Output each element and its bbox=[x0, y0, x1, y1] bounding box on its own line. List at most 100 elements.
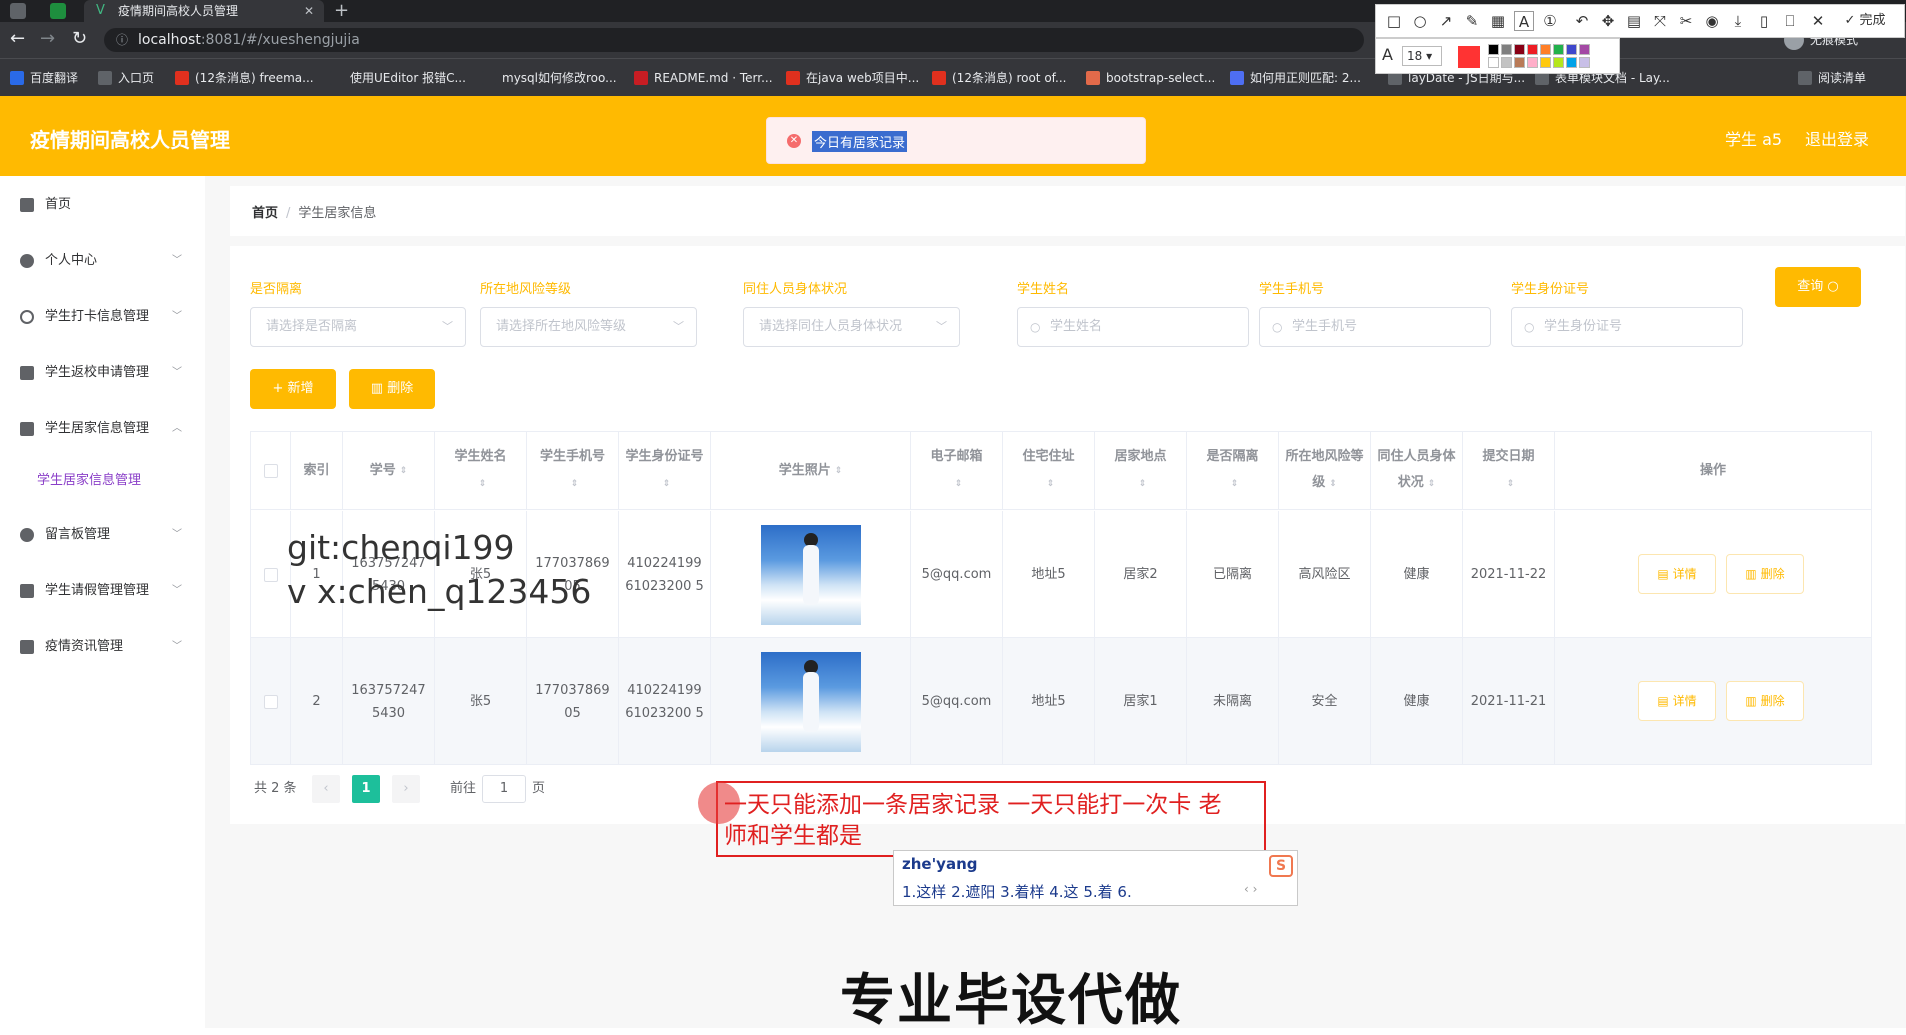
batch-delete-button[interactable]: ▥ 删除 bbox=[349, 369, 435, 409]
sort-icon[interactable]: ⇕ bbox=[571, 471, 579, 497]
row-checkbox[interactable] bbox=[263, 567, 278, 582]
sidebar-item-news[interactable]: 疫情资讯管理 ﹀ bbox=[0, 622, 205, 672]
current-color-swatch[interactable] bbox=[1458, 46, 1480, 68]
pen-icon[interactable]: ✎ bbox=[1462, 11, 1482, 31]
sort-icon[interactable]: ⇕ bbox=[400, 458, 408, 484]
col-header[interactable]: 住宅住址 ⇕ bbox=[1003, 432, 1095, 510]
font-size-select[interactable]: 18 ▾ bbox=[1402, 46, 1442, 66]
reading-list[interactable]: 阅读清单 bbox=[1798, 69, 1866, 87]
col-header[interactable]: 电子邮箱 ⇕ bbox=[911, 432, 1003, 510]
sidebar-item-profile[interactable]: 个人中心 ﹀ bbox=[0, 236, 205, 286]
detail-button[interactable]: ▤ 详情 bbox=[1638, 554, 1716, 594]
bookmark-item[interactable]: bootstrap-select... bbox=[1086, 69, 1215, 87]
sort-icon[interactable]: ⇕ bbox=[1507, 471, 1515, 497]
sort-icon[interactable]: ⇕ bbox=[1047, 471, 1055, 497]
sidebar-item-checkin[interactable]: 学生打卡信息管理 ﹀ bbox=[0, 292, 205, 342]
detail-button[interactable]: ▤ 详情 bbox=[1638, 681, 1716, 721]
bookmark-item[interactable]: mysql如何修改roo... bbox=[482, 69, 617, 87]
new-tab-icon[interactable]: + bbox=[334, 0, 349, 22]
palette-swatch[interactable] bbox=[1566, 57, 1577, 68]
palette-swatch[interactable] bbox=[1553, 57, 1564, 68]
cohabitant-health-select[interactable]: 请选择同住人员身体状况 ﹀ bbox=[743, 307, 960, 347]
sort-icon[interactable]: ⇕ bbox=[663, 471, 671, 497]
palette-swatch[interactable] bbox=[1488, 57, 1499, 68]
student-photo[interactable] bbox=[760, 651, 861, 752]
sort-icon[interactable]: ⇕ bbox=[835, 458, 843, 484]
palette-swatch[interactable] bbox=[1501, 57, 1512, 68]
student-name-input[interactable]: ○ 学生姓名 bbox=[1017, 307, 1249, 347]
phone-icon[interactable]: ▯ bbox=[1754, 11, 1774, 31]
sidebar-item-home-info[interactable]: 学生居家信息管理 ︿ bbox=[0, 404, 205, 454]
select-all-checkbox[interactable] bbox=[263, 463, 278, 478]
bookmark-item[interactable]: README.md · Terr... bbox=[634, 69, 773, 87]
forward-icon[interactable]: → bbox=[40, 29, 55, 49]
number-icon[interactable]: ① bbox=[1540, 11, 1560, 31]
sort-icon[interactable]: ⇕ bbox=[1139, 471, 1147, 497]
url-field[interactable]: ⓘ localhost:8081/#/xueshengjujia bbox=[104, 28, 1364, 52]
sort-icon[interactable]: ⇕ bbox=[955, 471, 963, 497]
col-header[interactable]: 学生手机号 ⇕ bbox=[527, 432, 619, 510]
bookmark-item[interactable]: (12条消息) freema... bbox=[175, 69, 314, 87]
col-header[interactable]: 学生照片 ⇕ bbox=[711, 432, 911, 510]
bookmark-item[interactable]: 百度翻译 bbox=[10, 69, 78, 87]
query-button[interactable]: 查询 ○ bbox=[1775, 267, 1861, 307]
col-header[interactable]: 居家地点 ⇕ bbox=[1095, 432, 1187, 510]
palette-swatch[interactable] bbox=[1514, 44, 1525, 55]
bookmark-tool-icon[interactable]: ⎕ bbox=[1780, 11, 1800, 31]
next-page-icon[interactable]: › bbox=[392, 775, 420, 803]
bookmark-item[interactable]: 入口页 bbox=[98, 69, 154, 87]
app-tab-icon[interactable] bbox=[50, 3, 66, 19]
pin-icon[interactable]: ✥ bbox=[1598, 11, 1618, 31]
bookmark-item[interactable]: (12条消息) root of... bbox=[932, 69, 1066, 87]
mosaic-icon[interactable]: ▦ bbox=[1488, 11, 1508, 31]
palette-swatch[interactable] bbox=[1579, 44, 1590, 55]
sort-icon[interactable]: ⇕ bbox=[1231, 471, 1239, 497]
col-header[interactable]: 所在地风险等级 ⇕ bbox=[1279, 432, 1371, 510]
breadcrumb-home[interactable]: 首页 bbox=[252, 206, 278, 221]
bookmark-item[interactable]: 如何用正则匹配: 2... bbox=[1230, 69, 1361, 87]
chrome-icon[interactable] bbox=[10, 3, 26, 19]
sidebar-item-home[interactable]: 首页 bbox=[0, 180, 205, 230]
current-user[interactable]: 学生 a5 bbox=[1725, 126, 1782, 150]
browser-tab[interactable]: V 疫情期间高校人员管理 ✕ bbox=[84, 0, 324, 22]
text-icon[interactable]: A bbox=[1514, 11, 1534, 31]
page-current[interactable]: 1 bbox=[352, 775, 380, 803]
sidebar-item-return[interactable]: 学生返校申请管理 ﹀ bbox=[0, 348, 205, 398]
col-header[interactable]: 学生姓名 ⇕ bbox=[435, 432, 527, 510]
ocr-icon[interactable]: ▤ bbox=[1624, 11, 1644, 31]
student-photo[interactable] bbox=[760, 524, 861, 625]
reload-icon[interactable]: ↻ bbox=[72, 29, 87, 49]
rectangle-icon[interactable]: □ bbox=[1384, 11, 1404, 31]
row-checkbox[interactable] bbox=[263, 694, 278, 709]
palette-swatch[interactable] bbox=[1527, 44, 1538, 55]
prev-page-icon[interactable]: ‹ bbox=[312, 775, 340, 803]
record-icon[interactable]: ◉ bbox=[1702, 11, 1722, 31]
palette-swatch[interactable] bbox=[1579, 57, 1590, 68]
palette-swatch[interactable] bbox=[1540, 44, 1551, 55]
sidebar-item-leave[interactable]: 学生请假管理管理 ﹀ bbox=[0, 566, 205, 616]
crop-icon[interactable]: ⤧ bbox=[1650, 11, 1670, 31]
bookmark-item[interactable]: 使用UEditor 报错C... bbox=[330, 69, 466, 87]
ime-page-nav-icon[interactable]: ‹ › bbox=[1244, 882, 1257, 896]
info-icon[interactable]: ⓘ bbox=[116, 28, 128, 52]
delete-row-button[interactable]: ▥ 删除 bbox=[1726, 681, 1804, 721]
student-phone-input[interactable]: ○ 学生手机号 bbox=[1259, 307, 1491, 347]
palette-swatch[interactable] bbox=[1501, 44, 1512, 55]
sidebar-item-messages[interactable]: 留言板管理 ﹀ bbox=[0, 510, 205, 560]
isolated-select[interactable]: 请选择是否隔离 ﹀ bbox=[250, 307, 466, 347]
scissors-icon[interactable]: ✂ bbox=[1676, 11, 1696, 31]
back-icon[interactable]: ← bbox=[10, 29, 25, 49]
undo-icon[interactable]: ↶ bbox=[1572, 11, 1592, 31]
palette-swatch[interactable] bbox=[1566, 44, 1577, 55]
col-header[interactable]: 学生身份证号⇕ bbox=[619, 432, 711, 510]
risk-level-select[interactable]: 请选择所在地风险等级 ﹀ bbox=[480, 307, 697, 347]
add-button[interactable]: + 新增 bbox=[250, 369, 336, 409]
palette-swatch[interactable] bbox=[1527, 57, 1538, 68]
student-idcard-input[interactable]: ○ 学生身份证号 bbox=[1511, 307, 1743, 347]
ellipse-icon[interactable]: ○ bbox=[1410, 11, 1430, 31]
download-icon[interactable]: ⤓ bbox=[1728, 11, 1748, 31]
ime-candidates[interactable]: 1.这样 2.遮阳 3.着样 4.这 5.着 6. bbox=[902, 881, 1132, 902]
goto-page-input[interactable]: 1 bbox=[482, 775, 526, 803]
close-tab-icon[interactable]: ✕ bbox=[304, 0, 314, 22]
palette-swatch[interactable] bbox=[1553, 44, 1564, 55]
